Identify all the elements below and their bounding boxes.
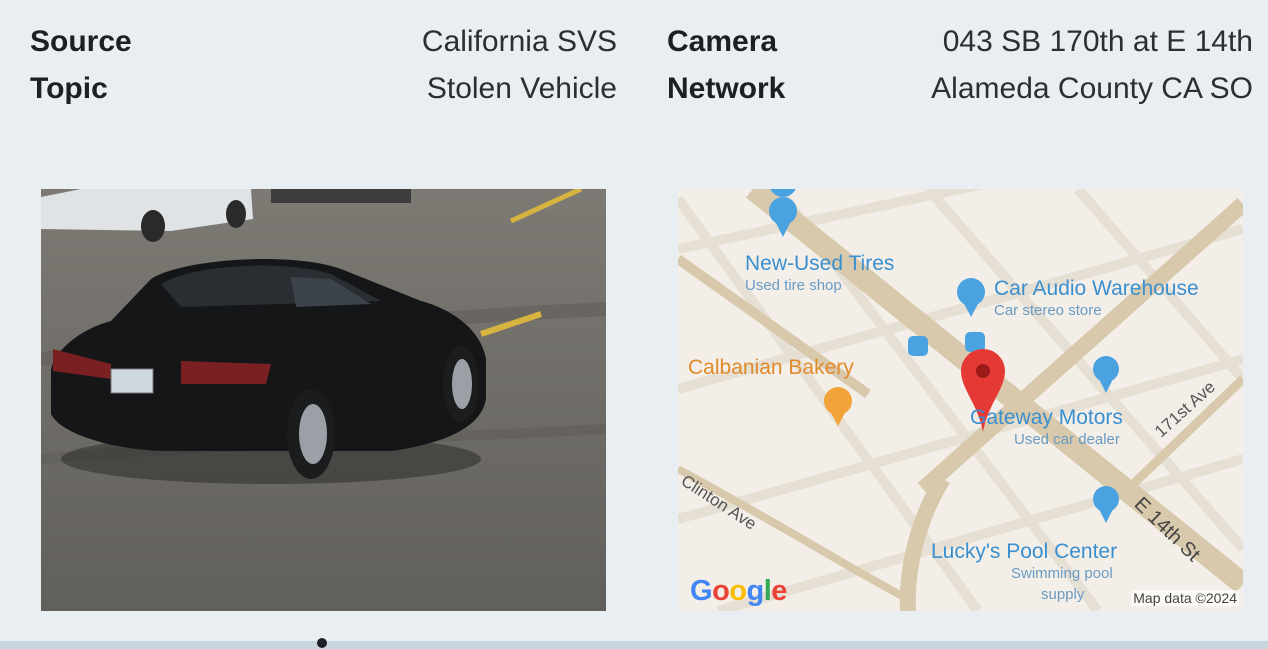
source-label: Source: [30, 25, 132, 58]
map-place-new-used-tires[interactable]: New-Used Tires: [745, 252, 894, 276]
map-place-category: Swimming pool: [1011, 565, 1113, 582]
scroll-indicator[interactable]: [317, 638, 327, 648]
bottom-divider: [0, 641, 1268, 649]
map-place-category: Car stereo store: [994, 302, 1102, 319]
network-value: Alameda County CA SO: [931, 72, 1253, 105]
map-attribution[interactable]: Map data ©2024: [1131, 590, 1239, 606]
camera-value: 043 SB 170th at E 14th: [942, 25, 1253, 58]
map-place-gateway-motors[interactable]: Gateway Motors: [970, 406, 1123, 430]
source-value: California SVS: [421, 25, 617, 58]
map-place-category: Used car dealer: [1014, 431, 1120, 448]
topic-value: Stolen Vehicle: [426, 72, 617, 105]
map-place-car-audio-warehouse[interactable]: Car Audio Warehouse: [994, 277, 1199, 301]
network-label: Network: [667, 72, 786, 105]
google-logo: Google: [690, 575, 787, 607]
map-place-category: supply: [1041, 586, 1085, 603]
map-place-category: Used tire shop: [745, 277, 842, 294]
map-place-calbanian-bakery[interactable]: Calbanian Bakery: [688, 356, 854, 380]
vehicle-photo[interactable]: [41, 189, 606, 611]
vehicle-photo-image: [41, 189, 606, 611]
topic-label: Topic: [30, 72, 108, 105]
map-place-luckys-pool-center[interactable]: Lucky's Pool Center: [931, 540, 1117, 564]
location-map[interactable]: New-Used Tires Used tire shop Car Audio …: [678, 189, 1243, 611]
camera-label: Camera: [667, 25, 778, 58]
